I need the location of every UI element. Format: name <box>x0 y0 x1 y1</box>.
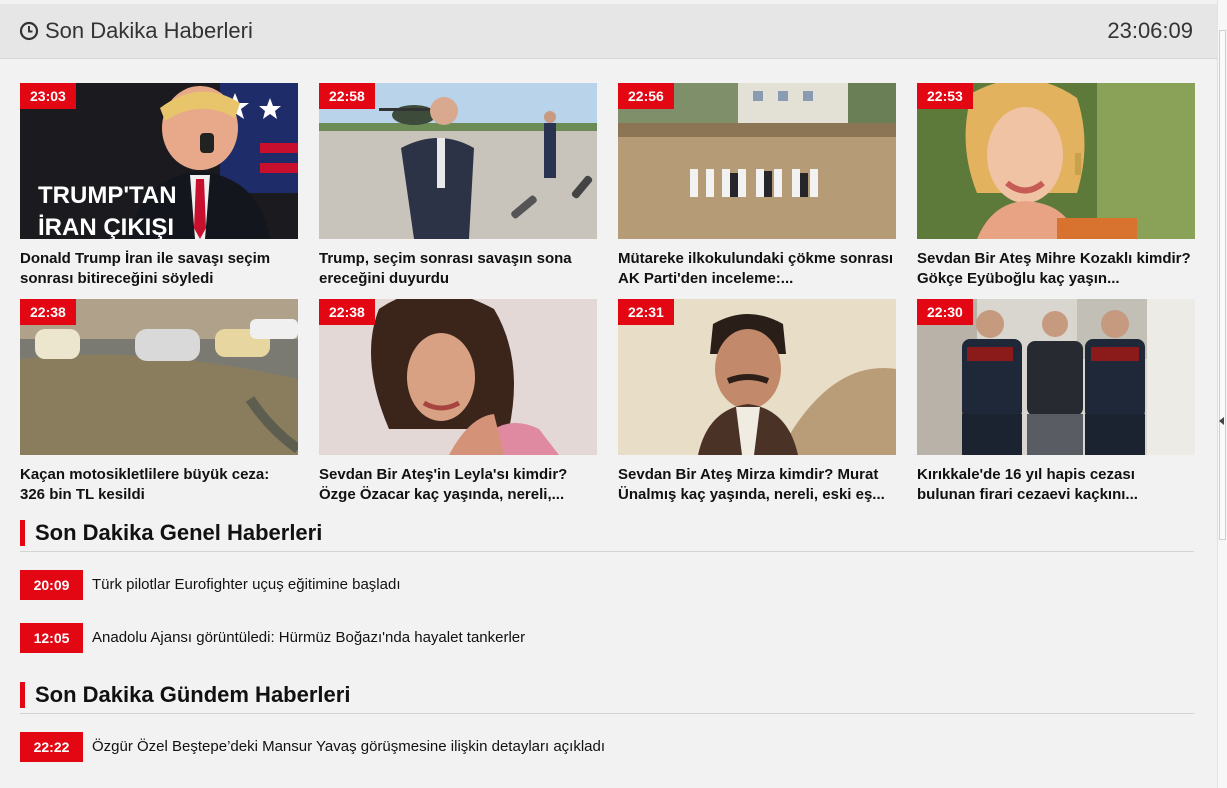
section-accent-bar <box>20 519 25 546</box>
news-title[interactable]: Trump, seçim sonrası savaşın sona ereceğ… <box>319 249 597 289</box>
time-badge: 22:53 <box>917 83 973 109</box>
scroll-arrow-icon[interactable] <box>1219 417 1224 425</box>
news-title[interactable]: Türk pilotlar Eurofighter uçuş eğitimine… <box>92 576 400 593</box>
section-title[interactable]: Son Dakika Gündem Haberleri <box>35 682 350 708</box>
news-thumbnail[interactable]: TRUMP'TAN İRAN ÇIKIŞI 23:03 <box>20 83 298 239</box>
list-item[interactable]: 12:05 Anadolu Ajansı görüntüledi: Hürmüz… <box>20 611 1194 664</box>
time-badge: 22:38 <box>20 299 76 325</box>
news-title[interactable]: Özgür Özel Beştepe’deki Mansur Yavaş gör… <box>92 738 605 755</box>
news-title[interactable]: Kaçan motosikletlilere büyük ceza: 326 b… <box>20 465 298 505</box>
news-card[interactable]: 22:58 Trump, seçim sonrası savaşın sona … <box>319 83 597 289</box>
list-item[interactable]: 22:22 Özgür Özel Beştepe’deki Mansur Yav… <box>20 720 1194 773</box>
time-badge: 22:30 <box>917 299 973 325</box>
news-thumbnail[interactable]: 22:38 <box>319 299 597 455</box>
news-card[interactable]: 22:30 Kırıkkale'de 16 yıl hapis cezası b… <box>917 299 1195 505</box>
news-card[interactable]: 22:31 Sevdan Bir Ateş Mirza kimdir? Mura… <box>618 299 896 505</box>
news-thumbnail[interactable]: 22:31 <box>618 299 896 455</box>
time-badge: 22:22 <box>20 731 83 762</box>
news-thumbnail[interactable]: 22:30 <box>917 299 1195 455</box>
time-badge: 23:03 <box>20 83 76 109</box>
time-badge: 22:31 <box>618 299 674 325</box>
scrollbar-thumb[interactable] <box>1219 30 1226 540</box>
time-badge: 12:05 <box>20 622 83 653</box>
news-card[interactable]: 22:38 Kaçan motosikletlilere büyük ceza:… <box>20 299 298 505</box>
news-title[interactable]: Sevdan Bir Ateş'in Leyla'sı kimdir? Özge… <box>319 465 597 505</box>
time-badge: 22:38 <box>319 299 375 325</box>
clock-icon <box>19 21 39 41</box>
news-title[interactable]: Kırıkkale'de 16 yıl hapis cezası bulunan… <box>917 465 1195 505</box>
news-title[interactable]: Sevdan Bir Ateş Mihre Kozaklı kimdir? Gö… <box>917 249 1195 289</box>
time-badge: 22:56 <box>618 83 674 109</box>
news-title[interactable]: Sevdan Bir Ateş Mirza kimdir? Murat Ünal… <box>618 465 896 505</box>
svg-text:İRAN ÇIKIŞI: İRAN ÇIKIŞI <box>38 214 174 239</box>
page-title: Son Dakika Haberleri <box>45 18 253 43</box>
page-header: Son Dakika Haberleri 23:06:09 <box>0 4 1217 59</box>
section-accent-bar <box>20 681 25 708</box>
news-title[interactable]: Donald Trump İran ile savaşı seçim sonra… <box>20 249 298 289</box>
news-thumbnail[interactable]: 22:56 <box>618 83 896 239</box>
list-item[interactable]: 20:09 Türk pilotlar Eurofighter uçuş eği… <box>20 558 1194 611</box>
news-title[interactable]: Mütareke ilkokulundaki çökme sonrası AK … <box>618 249 896 289</box>
news-card[interactable]: 22:53 Sevdan Bir Ateş Mihre Kozaklı kimd… <box>917 83 1195 289</box>
time-badge: 20:09 <box>20 569 83 600</box>
news-thumbnail[interactable]: 22:38 <box>20 299 298 455</box>
news-card[interactable]: 22:56 Mütareke ilkokulundaki çökme sonra… <box>618 83 896 289</box>
live-clock: 23:06:09 <box>1107 18 1193 43</box>
section-genel: Son Dakika Genel Haberleri 20:09 Türk pi… <box>20 514 1194 664</box>
section-header: Son Dakika Gündem Haberleri <box>20 676 1194 714</box>
list-item[interactable] <box>20 773 1194 788</box>
section-header: Son Dakika Genel Haberleri <box>20 514 1194 552</box>
scrollbar[interactable] <box>1217 0 1227 788</box>
section-gundem: Son Dakika Gündem Haberleri 22:22 Özgür … <box>20 676 1194 788</box>
headline-grid: TRUMP'TAN İRAN ÇIKIŞI 23:03 Donald Trump… <box>20 83 1195 505</box>
news-card[interactable]: TRUMP'TAN İRAN ÇIKIŞI 23:03 Donald Trump… <box>20 83 298 289</box>
svg-text:TRUMP'TAN: TRUMP'TAN <box>38 182 177 209</box>
news-title[interactable]: Anadolu Ajansı görüntüledi: Hürmüz Boğaz… <box>92 629 525 646</box>
news-thumbnail[interactable]: 22:58 <box>319 83 597 239</box>
time-badge: 22:58 <box>319 83 375 109</box>
news-card[interactable]: 22:38 Sevdan Bir Ateş'in Leyla'sı kimdir… <box>319 299 597 505</box>
news-thumbnail[interactable]: 22:53 <box>917 83 1195 239</box>
section-title[interactable]: Son Dakika Genel Haberleri <box>35 520 322 546</box>
header-left: Son Dakika Haberleri <box>19 18 253 44</box>
